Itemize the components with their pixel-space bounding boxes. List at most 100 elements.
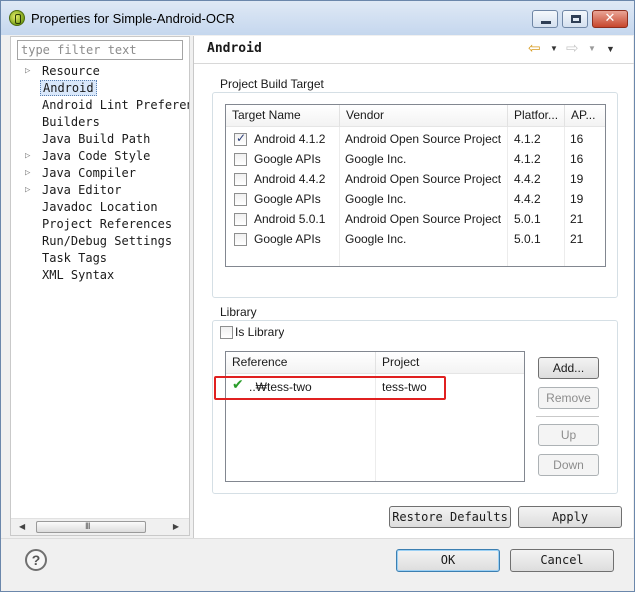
- sidebar-item-builders[interactable]: Builders: [11, 114, 189, 131]
- column-header-api[interactable]: AP...: [565, 105, 605, 127]
- vendor-cell: Google Inc.: [345, 152, 407, 166]
- dialog-footer-divider: [1, 538, 634, 539]
- build-target-table: Target Name Vendor Platfor... AP... Andr…: [225, 104, 606, 267]
- ok-button[interactable]: OK: [396, 549, 500, 572]
- move-up-button[interactable]: Up: [538, 424, 599, 446]
- expand-arrow-icon[interactable]: ▷: [25, 182, 35, 198]
- sidebar-item-run-debug-settings[interactable]: Run/Debug Settings: [11, 233, 189, 250]
- property-pages-sidebar: ▷ Resource Android Android Lint Preferenc…: [10, 36, 190, 536]
- view-menu-icon[interactable]: ▼: [606, 44, 615, 54]
- target-name-cell: Android 5.0.1: [254, 212, 326, 226]
- scroll-right-arrow-icon[interactable]: ▶: [173, 522, 179, 531]
- sidebar-item-label: Task Tags: [42, 251, 108, 265]
- column-header-platform[interactable]: Platfor...: [508, 105, 565, 127]
- target-checkbox[interactable]: [234, 131, 247, 146]
- sidebar-item-label: Builders: [42, 115, 100, 129]
- target-checkbox[interactable]: [234, 153, 247, 166]
- sidebar-item-label: Javadoc Location: [42, 200, 158, 214]
- column-divider: [339, 127, 340, 266]
- close-button[interactable]: ✕: [592, 10, 628, 28]
- sidebar-item-label: Run/Debug Settings: [42, 234, 173, 248]
- back-arrow-icon[interactable]: ⇦: [528, 39, 541, 57]
- header-divider: [194, 63, 634, 64]
- sidebar-item-label: Java Compiler: [42, 166, 136, 180]
- page-title: Android: [207, 41, 262, 56]
- target-name-cell: Google APIs: [254, 192, 321, 206]
- library-reference-table: Reference Project ✔ ..₩tess-two tess-two: [225, 351, 525, 482]
- target-name-cell: Google APIs: [254, 232, 321, 246]
- library-button-divider: [536, 416, 599, 417]
- apply-button[interactable]: Apply: [518, 506, 622, 528]
- expand-arrow-icon[interactable]: ▷: [25, 148, 35, 164]
- scroll-left-arrow-icon[interactable]: ◀: [19, 522, 25, 531]
- sidebar-item-android-lint-preferences[interactable]: Android Lint Preferences: [11, 97, 189, 114]
- minimize-icon: [541, 21, 551, 24]
- is-library-checkbox[interactable]: [220, 326, 233, 339]
- sidebar-item-resource[interactable]: ▷ Resource: [11, 63, 189, 80]
- expand-arrow-icon[interactable]: ▷: [25, 63, 35, 79]
- column-header-target-name[interactable]: Target Name: [226, 105, 340, 127]
- sidebar-item-label: Android Lint Preferences: [42, 98, 189, 112]
- sidebar-item-task-tags[interactable]: Task Tags: [11, 250, 189, 267]
- target-checkbox[interactable]: [234, 173, 247, 186]
- title-bar[interactable]: Properties for Simple-Android-OCR ✕: [1, 1, 634, 35]
- filter-input[interactable]: [17, 40, 183, 60]
- android-properties-page: Android ⇦ ▼ ⇨ ▼ ▼ Project Build Target T…: [193, 36, 634, 538]
- target-checkbox[interactable]: [234, 193, 247, 206]
- sidebar-item-xml-syntax[interactable]: XML Syntax: [11, 267, 189, 284]
- sidebar-item-label: Android: [40, 80, 97, 96]
- sidebar-item-label: XML Syntax: [42, 268, 115, 282]
- platform-cell: 4.1.2: [514, 132, 541, 146]
- column-header-project[interactable]: Project: [376, 352, 524, 374]
- column-header-reference[interactable]: Reference: [226, 352, 376, 374]
- api-cell: 21: [570, 232, 584, 246]
- maximize-button[interactable]: [562, 10, 588, 28]
- minimize-button[interactable]: [532, 10, 558, 28]
- close-icon: ✕: [604, 11, 616, 26]
- properties-dialog: Properties for Simple-Android-OCR ✕ ▷ Res…: [0, 0, 635, 592]
- api-cell: 19: [570, 172, 584, 186]
- platform-cell: 5.0.1: [514, 232, 541, 246]
- remove-library-button[interactable]: Remove: [538, 387, 599, 409]
- cancel-button[interactable]: Cancel: [510, 549, 614, 572]
- scrollbar-grip-icon: III: [85, 521, 90, 531]
- vendor-cell: Android Open Source Project: [345, 212, 502, 226]
- library-group-title: Library: [218, 305, 259, 319]
- sidebar-item-java-code-style[interactable]: ▷ Java Code Style: [11, 148, 189, 165]
- api-cell: 19: [570, 192, 584, 206]
- help-icon[interactable]: ?: [25, 549, 47, 571]
- sidebar-item-label: Java Editor: [42, 183, 122, 197]
- column-header-vendor[interactable]: Vendor: [340, 105, 508, 127]
- maximize-icon: [571, 15, 581, 23]
- annotation-highlight-box: [214, 376, 446, 400]
- sidebar-item-javadoc-location[interactable]: Javadoc Location: [11, 199, 189, 216]
- vendor-cell: Android Open Source Project: [345, 172, 502, 186]
- api-cell: 16: [570, 152, 584, 166]
- sidebar-item-label: Project References: [42, 217, 173, 231]
- sidebar-horizontal-scrollbar[interactable]: ◀ III ▶: [11, 518, 189, 535]
- window-title: Properties for Simple-Android-OCR: [31, 11, 235, 26]
- platform-cell: 4.4.2: [514, 172, 541, 186]
- is-library-label[interactable]: Is Library: [235, 322, 284, 342]
- back-history-dropdown-icon[interactable]: ▼: [550, 44, 558, 53]
- sidebar-item-java-editor[interactable]: ▷ Java Editor: [11, 182, 189, 199]
- sidebar-item-label: Resource: [42, 64, 100, 78]
- target-checkbox[interactable]: [234, 233, 247, 246]
- sidebar-item-label: Java Code Style: [42, 149, 151, 163]
- sidebar-item-project-references[interactable]: Project References: [11, 216, 189, 233]
- eclipse-app-icon: [9, 10, 25, 26]
- build-target-group-title: Project Build Target: [218, 77, 326, 91]
- column-divider: [507, 127, 508, 266]
- sidebar-item-java-compiler[interactable]: ▷ Java Compiler: [11, 165, 189, 182]
- vendor-cell: Google Inc.: [345, 232, 407, 246]
- target-name-cell: Android 4.1.2: [254, 132, 326, 146]
- target-checkbox[interactable]: [234, 213, 247, 226]
- forward-arrow-icon: ⇨: [566, 40, 579, 57]
- sidebar-item-android[interactable]: Android: [11, 80, 189, 97]
- scrollbar-thumb[interactable]: III: [36, 521, 146, 533]
- move-down-button[interactable]: Down: [538, 454, 599, 476]
- sidebar-item-java-build-path[interactable]: Java Build Path: [11, 131, 189, 148]
- add-library-button[interactable]: Add...: [538, 357, 599, 379]
- restore-defaults-button[interactable]: Restore Defaults: [389, 506, 511, 528]
- expand-arrow-icon[interactable]: ▷: [25, 165, 35, 181]
